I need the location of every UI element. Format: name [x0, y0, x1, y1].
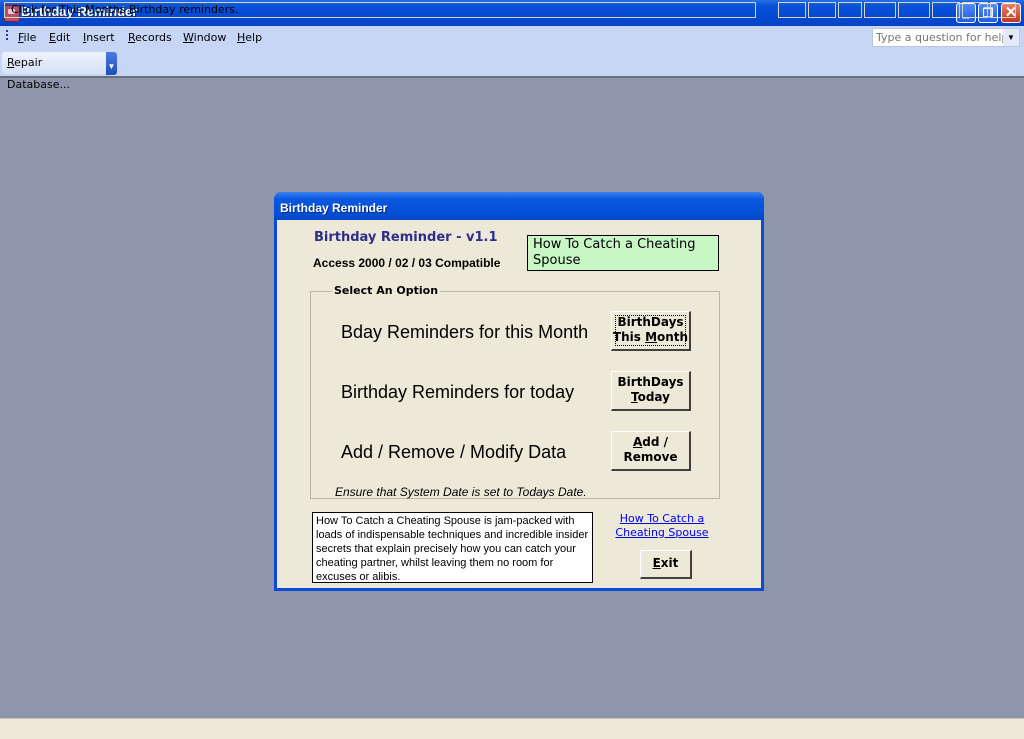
menu-edit-label: dit [55, 31, 71, 44]
toolbar [0, 50, 1024, 78]
compatibility-label: Access 2000 / 02 / 03 Compatible [313, 256, 501, 270]
birthday-reminder-dialog: Birthday Reminder Birthday Reminder - v1… [274, 192, 764, 591]
button-text: dd / [642, 435, 669, 449]
button-line-2: Remove [623, 450, 678, 464]
status-text: Click for This Months Birthday reminders… [4, 2, 756, 18]
button-accel: A [632, 435, 643, 449]
status-panel [962, 2, 988, 18]
help-question-box[interactable]: ▼ [872, 28, 1020, 47]
status-panel [838, 2, 862, 18]
button-line-1: Add / [612, 435, 689, 450]
help-dropdown-arrow-icon[interactable]: ▼ [1003, 29, 1019, 46]
system-date-note: Ensure that System Date is set to Todays… [335, 485, 587, 499]
menu-edit-accel: E [49, 31, 56, 44]
promo-label: How To Catch a Cheating Spouse [527, 235, 719, 271]
exit-accel: E [652, 556, 661, 570]
status-panel [898, 2, 930, 18]
add-remove-button[interactable]: Add / Remove [611, 431, 691, 471]
status-panel [864, 2, 896, 18]
repair-database-button[interactable]: Repair Database... [2, 52, 106, 91]
menu-edit[interactable]: Edit [49, 31, 70, 44]
dialog-title: Birthday Reminder [280, 201, 388, 215]
option-label-month: Bday Reminders for this Month [341, 322, 589, 342]
option-label-data: Add / Remove / Modify Data [341, 442, 567, 462]
menu-insert-label: nsert [86, 31, 115, 44]
status-panel [778, 2, 806, 18]
options-group-label: Select An Option [332, 284, 441, 297]
repair-database-label: epair Database... [7, 56, 70, 91]
button-accel: T [631, 390, 638, 404]
focus-rectangle [615, 315, 686, 346]
menu-grip-handle[interactable] [6, 30, 8, 42]
menu-help[interactable]: Help [237, 31, 262, 44]
promo-link[interactable]: How To Catch a Cheating Spouse [607, 512, 717, 540]
menu-records[interactable]: Records [128, 31, 172, 44]
menu-file[interactable]: File [18, 31, 36, 44]
status-panel [808, 2, 836, 18]
status-bar [0, 718, 1024, 739]
menu-insert[interactable]: Insert [83, 31, 115, 44]
help-question-input[interactable] [873, 29, 1007, 46]
menu-window-label: indow [193, 31, 227, 44]
promo-description: How To Catch a Cheating Spouse is jam-pa… [312, 512, 593, 583]
status-panel [990, 2, 1016, 18]
dialog-body: Birthday Reminder - v1.1 Access 2000 / 0… [277, 220, 761, 588]
exit-button[interactable]: Exit [640, 550, 692, 579]
menu-file-label: ile [23, 31, 37, 44]
option-label-today: Birthday Reminders for today [341, 382, 575, 402]
menu-window[interactable]: Window [183, 31, 226, 44]
menu-window-accel: W [183, 31, 194, 44]
app-name-version: Birthday Reminder - v1.1 [314, 230, 498, 245]
button-line-1: BirthDays [617, 375, 684, 389]
status-panel [932, 2, 960, 18]
menu-help-label: elp [245, 31, 263, 44]
birthdays-today-button[interactable]: BirthDays Today [611, 371, 691, 411]
exit-label: xit [660, 556, 679, 570]
menu-records-label: ecords [135, 31, 172, 44]
toolbar-options-icon[interactable]: ▼ [106, 52, 117, 75]
birthdays-this-month-button[interactable]: BirthDays This Month [611, 311, 691, 351]
button-text: oday [637, 390, 670, 404]
button-line-2: Today [612, 390, 689, 405]
